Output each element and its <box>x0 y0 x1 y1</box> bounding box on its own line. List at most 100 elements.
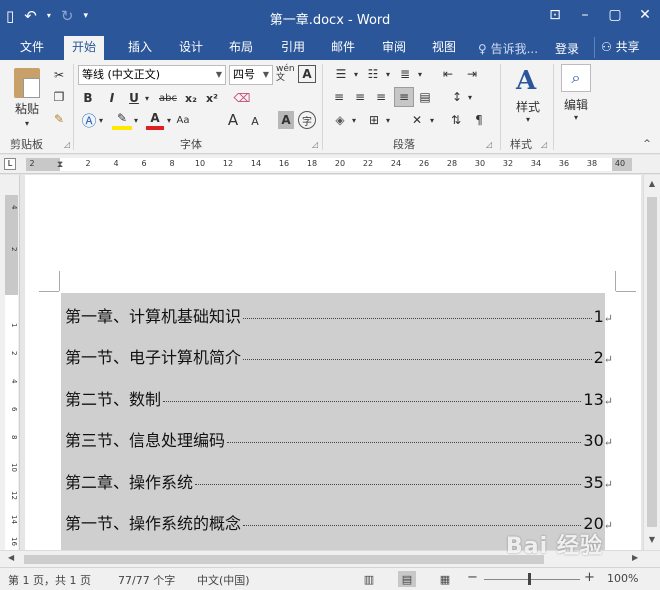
print-layout-icon[interactable]: ▤ <box>398 571 416 587</box>
distributed-icon[interactable]: ▤ <box>416 88 434 106</box>
decrease-indent-icon[interactable]: ⇤ <box>438 65 458 83</box>
show-marks-icon[interactable]: ¶ <box>470 111 488 129</box>
chevron-down-icon[interactable]: ▾ <box>522 114 534 124</box>
zoom-slider-thumb[interactable] <box>528 573 531 585</box>
document-area[interactable]: 第一章、计算机基础知识 1 ↵ 第一节、电子计算机简介 2 ↵ 第二节、数制 13 ↵ 第三… <box>21 175 643 550</box>
tab-view[interactable]: 视图 <box>424 38 464 60</box>
web-layout-icon[interactable]: ▦ <box>436 571 454 587</box>
zoom-slider[interactable] <box>484 579 580 580</box>
chevron-down-icon[interactable]: ▾ <box>384 114 392 126</box>
document-page[interactable]: 第一章、计算机基础知识 1 ↵ 第一节、电子计算机简介 2 ↵ 第二节、数制 13 ↵ 第三… <box>25 175 641 550</box>
login-link[interactable]: 登录 <box>555 40 579 57</box>
chevron-down-icon[interactable]: ▾ <box>142 91 152 105</box>
align-right-icon[interactable]: ≡ <box>372 88 390 106</box>
chevron-down-icon[interactable]: ▾ <box>466 91 474 103</box>
tab-selector[interactable]: L <box>4 158 16 170</box>
shrink-font-button[interactable]: A <box>246 112 264 130</box>
char-shading-button[interactable]: A <box>278 111 294 129</box>
change-case-icon[interactable]: Aa <box>176 110 190 130</box>
align-left-icon[interactable]: ≡ <box>330 88 348 106</box>
tab-mailings[interactable]: 邮件 <box>323 38 363 60</box>
numbering-icon[interactable]: ☷ <box>362 65 384 83</box>
chevron-down-icon[interactable]: ▾ <box>350 114 358 126</box>
scrollbar-thumb[interactable] <box>647 197 657 527</box>
phonetic-guide-icon[interactable]: wén 文 <box>276 64 296 84</box>
scrollbar-thumb[interactable] <box>24 555 544 564</box>
format-painter-icon[interactable]: ✎ <box>50 110 68 128</box>
paragraph-launcher-icon[interactable]: ◿ <box>486 140 492 149</box>
scroll-left-icon[interactable]: ◀ <box>8 553 14 562</box>
collapse-ribbon-icon[interactable]: ^ <box>640 138 654 150</box>
increase-indent-icon[interactable]: ⇥ <box>462 65 482 83</box>
clipboard-launcher-icon[interactable]: ◿ <box>64 140 70 149</box>
restore-icon[interactable]: ▢ <box>600 0 630 30</box>
italic-button[interactable]: I <box>104 89 120 107</box>
copy-icon[interactable]: ❐ <box>50 88 68 106</box>
scroll-up-icon[interactable]: ▲ <box>646 179 658 188</box>
tab-layout[interactable]: 布局 <box>221 38 261 60</box>
chevron-down-icon[interactable]: ▾ <box>97 113 105 127</box>
close-icon[interactable]: ✕ <box>630 0 660 30</box>
font-color-icon[interactable]: A <box>146 110 164 130</box>
multilevel-list-icon[interactable]: ≣ <box>394 65 416 83</box>
styles-button-label[interactable]: 样式 <box>508 98 548 114</box>
shading-icon[interactable]: ◈ <box>330 111 350 129</box>
styles-launcher-icon[interactable]: ◿ <box>541 140 547 149</box>
search-icon[interactable]: ⌕ <box>561 64 591 92</box>
ribbon-options-icon[interactable]: ⊡ <box>540 0 570 30</box>
zoom-out-icon[interactable]: − <box>467 570 478 585</box>
strikethrough-button[interactable]: abc <box>156 89 180 107</box>
subscript-button[interactable]: x₂ <box>182 89 200 107</box>
tab-design[interactable]: 设计 <box>171 38 211 60</box>
tab-home[interactable]: 开始 <box>64 36 105 60</box>
font-size-combo[interactable]: 四号 ▼ <box>229 65 273 85</box>
toc-entry[interactable]: 第二章、操作系统 35 ↵ <box>65 469 613 493</box>
cut-icon[interactable]: ✂ <box>50 66 68 84</box>
tab-review[interactable]: 审阅 <box>374 38 414 60</box>
chevron-down-icon[interactable]: ▾ <box>165 113 173 127</box>
toc-entry[interactable]: 第二节、数制 13 ↵ <box>65 386 613 410</box>
toc-entry[interactable]: 第三节、信息处理编码 30 ↵ <box>65 427 613 451</box>
clear-formatting-icon[interactable]: ⌫ <box>232 89 252 107</box>
scroll-right-icon[interactable]: ▶ <box>632 553 638 562</box>
bold-button[interactable]: B <box>80 89 96 107</box>
superscript-button[interactable]: x² <box>203 89 221 107</box>
vertical-scrollbar[interactable]: ▲ ▼ <box>643 175 660 550</box>
char-border-icon[interactable]: A <box>298 65 316 83</box>
tab-file[interactable]: 文件 <box>12 38 52 60</box>
underline-button[interactable]: U <box>126 89 142 107</box>
paste-icon[interactable] <box>14 68 40 98</box>
paste-dropdown-icon[interactable]: ▾ <box>20 118 34 128</box>
font-name-combo[interactable]: 等线 (中文正文) ▼ <box>78 65 226 85</box>
text-effects-icon[interactable]: Ⓐ <box>80 110 98 130</box>
vertical-ruler[interactable]: 4 2 1 2 4 6 8 10 12 14 16 <box>0 175 20 550</box>
justify-icon[interactable]: ≡ <box>394 87 414 107</box>
bullets-icon[interactable]: ☰ <box>330 65 352 83</box>
read-mode-icon[interactable]: ▥ <box>360 571 378 587</box>
scroll-down-icon[interactable]: ▼ <box>646 535 658 544</box>
chevron-down-icon[interactable]: ▾ <box>416 68 424 80</box>
enclose-char-button[interactable]: 字 <box>298 111 316 129</box>
align-center-icon[interactable]: ≡ <box>351 88 369 106</box>
indent-marker-icon[interactable]: ⧗ <box>55 155 65 174</box>
borders-icon[interactable]: ⊞ <box>364 111 384 129</box>
chinese-layout-icon[interactable]: ✕ <box>406 111 428 129</box>
page-count[interactable]: 第 1 页，共 1 页 <box>8 572 91 588</box>
highlight-color-icon[interactable]: ✎ <box>112 110 132 130</box>
language-indicator[interactable]: 中文(中国) <box>197 572 250 588</box>
editing-button-label[interactable]: 编辑 <box>556 96 596 112</box>
line-spacing-icon[interactable]: ↕ <box>448 88 466 106</box>
toc-entry[interactable]: 第一节、电子计算机简介 2 ↵ <box>65 344 613 368</box>
tab-references[interactable]: 引用 <box>273 38 313 60</box>
minimize-icon[interactable]: – <box>570 0 600 30</box>
tab-insert[interactable]: 插入 <box>120 38 160 60</box>
word-count[interactable]: 77/77 个字 <box>118 572 175 588</box>
share-button[interactable]: ⚇ 共享 <box>594 37 646 58</box>
chevron-down-icon[interactable]: ▾ <box>132 113 140 127</box>
zoom-in-icon[interactable]: + <box>584 570 595 585</box>
horizontal-ruler[interactable]: L ⧗ 2 2 4 6 8 10 12 14 16 18 20 22 24 26… <box>0 155 660 174</box>
font-launcher-icon[interactable]: ◿ <box>312 140 318 149</box>
chevron-down-icon[interactable]: ▾ <box>428 114 436 126</box>
zoom-level[interactable]: 100% <box>607 572 638 585</box>
paste-label[interactable]: 粘贴 <box>10 100 44 116</box>
